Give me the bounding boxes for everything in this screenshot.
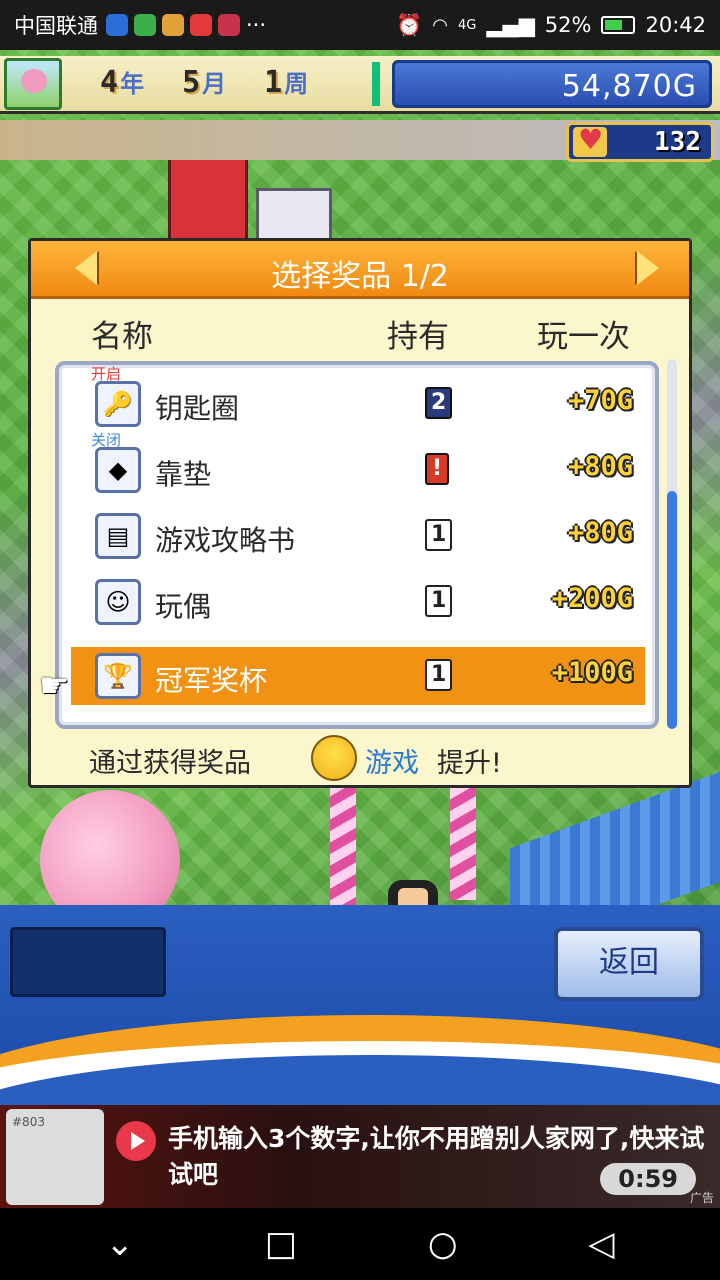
prize-row[interactable]: 关闭 ◆ 靠垫 ! +80G bbox=[71, 431, 645, 499]
key-ring-icon: 🔑 bbox=[95, 381, 141, 427]
cherry-tree bbox=[40, 790, 180, 905]
video-app-icon bbox=[134, 14, 156, 36]
play-price: +80G bbox=[567, 517, 633, 548]
back-button[interactable]: 返回 bbox=[554, 927, 704, 1001]
month-unit: 月 bbox=[202, 70, 227, 98]
prize-list: 开启 🔑 钥匙圈 2 +70G 关闭 ◆ 靠垫 ! +80G ▤ 游戏攻略书 1… bbox=[55, 361, 659, 729]
home-icon[interactable]: ○ bbox=[428, 1224, 458, 1264]
app-icon bbox=[190, 14, 212, 36]
ad-label: 广告 bbox=[689, 1191, 714, 1205]
prize-name: 靠垫 bbox=[155, 458, 212, 491]
ad-image: #803 bbox=[6, 1109, 104, 1205]
play-price: +80G bbox=[567, 451, 633, 482]
visitor-character bbox=[388, 880, 438, 905]
dialog-header: 选择奖品 1/2 bbox=[31, 241, 689, 299]
play-price: +200G bbox=[551, 583, 633, 614]
notification-app-icon bbox=[106, 14, 128, 36]
footer-highlight: 游戏 bbox=[365, 748, 419, 779]
ad-banner[interactable]: #803 手机输入3个数字,让你不用蹭别人家网了,快来试试吧 0:59 广告 bbox=[0, 1105, 720, 1208]
recents-icon[interactable]: □ bbox=[265, 1224, 297, 1264]
play-price: +100G bbox=[551, 657, 633, 688]
top-hud: 4年 5月 1周 54,870G bbox=[0, 56, 720, 114]
carrier-label: 中国联通 bbox=[14, 14, 98, 38]
season-icon[interactable] bbox=[4, 58, 62, 110]
prize-row-selected[interactable]: 🏆 冠军奖杯 1 +100G bbox=[71, 647, 645, 705]
signal-icon: ▂▄▆ bbox=[486, 13, 535, 37]
pink-pillar-left bbox=[330, 770, 356, 905]
month-value: 5 bbox=[182, 65, 201, 100]
navigation-bar: ⌄ □ ○ ◁ bbox=[0, 1208, 720, 1280]
battery-icon bbox=[601, 16, 636, 34]
column-header-play: 玩一次 bbox=[537, 319, 630, 355]
clock: 20:42 bbox=[645, 13, 706, 37]
prize-select-dialog: 选择奖品 1/2 名称 持有 玩一次 开启 🔑 钥匙圈 2 +70G 关闭 ◆ … bbox=[28, 238, 692, 788]
prize-row[interactable]: 开启 🔑 钥匙圈 2 +70G bbox=[71, 365, 645, 433]
prize-name: 游戏攻略书 bbox=[155, 524, 296, 557]
footer-prefix: 通过获得奖品 bbox=[89, 748, 251, 779]
weibo-icon bbox=[162, 14, 184, 36]
footer-suffix: 提升! bbox=[437, 748, 502, 779]
bottom-panel: 返回 bbox=[0, 905, 720, 1105]
week-value: 1 bbox=[264, 65, 283, 100]
strategy-book-icon: ▤ bbox=[95, 513, 141, 559]
game-smiley-icon bbox=[311, 735, 357, 781]
hearts-value: 132 bbox=[654, 127, 701, 157]
game-date: 4年 5月 1周 bbox=[100, 64, 308, 100]
hearts-counter: 132 bbox=[566, 122, 714, 162]
back-icon[interactable]: ◁ bbox=[588, 1224, 614, 1264]
owned-count: 1 bbox=[425, 659, 453, 691]
blue-fence bbox=[510, 771, 720, 905]
collapse-icon[interactable]: ⌄ bbox=[105, 1224, 134, 1264]
prize-name: 钥匙圈 bbox=[155, 392, 240, 425]
owned-count: ! bbox=[425, 453, 449, 485]
network-type-label: 4G bbox=[457, 17, 477, 33]
prize-name: 玩偶 bbox=[155, 590, 212, 623]
year-value: 4 bbox=[100, 65, 119, 100]
cushion-icon: ◆ bbox=[95, 447, 141, 493]
pointing-hand-icon: ☛ bbox=[39, 666, 70, 706]
dialog-title: 选择奖品 1/2 bbox=[271, 259, 449, 294]
scrollbar-thumb[interactable] bbox=[667, 491, 677, 729]
week-unit: 周 bbox=[284, 70, 309, 98]
owned-count: 2 bbox=[425, 387, 453, 419]
doll-icon: ☺ bbox=[95, 579, 141, 625]
prize-row[interactable]: ▤ 游戏攻略书 1 +80G bbox=[71, 507, 645, 565]
info-box bbox=[10, 927, 166, 997]
ad-play-icon bbox=[116, 1121, 156, 1161]
status-bar: 中国联通 ··· ⏰ ◠ 4G ▂▄▆ 52% 20:42 bbox=[0, 0, 720, 50]
play-price: +70G bbox=[567, 385, 633, 416]
prize-name: 冠军奖杯 bbox=[155, 664, 268, 697]
ad-image-text: #803 bbox=[12, 1115, 45, 1129]
prize-row[interactable]: ☺ 玩偶 1 +200G bbox=[71, 573, 645, 631]
wifi-icon: ◠ bbox=[432, 14, 448, 36]
alarm-icon: ⏰ bbox=[396, 12, 423, 37]
owned-count: 1 bbox=[425, 519, 453, 551]
year-unit: 年 bbox=[120, 70, 145, 98]
ad-timer: 0:59 bbox=[600, 1163, 696, 1195]
next-page-arrow-icon[interactable] bbox=[637, 251, 659, 285]
trophy-icon: 🏆 bbox=[95, 653, 141, 699]
money-display: 54,870G bbox=[392, 60, 712, 108]
owned-count: 1 bbox=[425, 585, 453, 617]
battery-percent: 52% bbox=[544, 13, 592, 37]
hud-divider bbox=[372, 62, 380, 106]
more-notifications-icon: ··· bbox=[246, 13, 267, 37]
column-header-own: 持有 bbox=[387, 319, 449, 355]
list-scrollbar[interactable] bbox=[667, 359, 677, 729]
column-header-name: 名称 bbox=[91, 319, 153, 355]
huawei-icon bbox=[218, 14, 240, 36]
heart-icon bbox=[573, 123, 607, 157]
